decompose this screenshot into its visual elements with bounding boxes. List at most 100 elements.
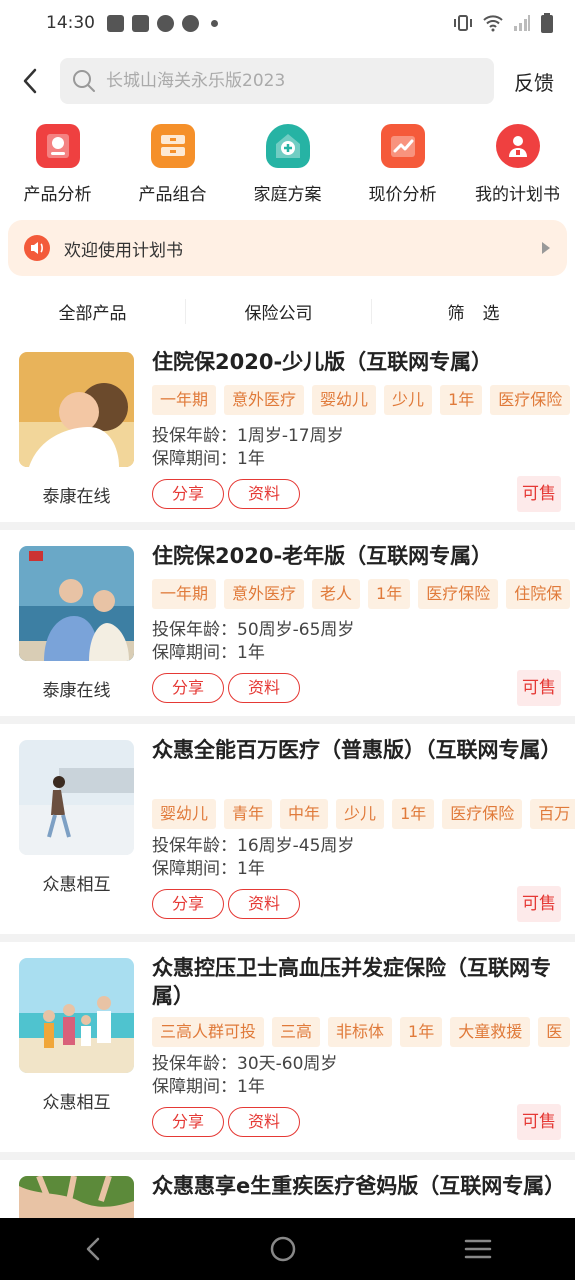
product-card[interactable]: 众惠惠享e生重疾医疗爸妈版（互联网专属） [0,1160,575,1218]
product-card[interactable]: 众惠相互 众惠全能百万医疗（普惠版）（互联网专属） 婴幼儿 青年 中年 少儿 1… [0,724,575,934]
on-sale-badge: 可售 [517,476,561,512]
product-tag: 青年 [224,799,273,829]
product-tag: 住院保 [506,579,571,609]
nav-home-icon[interactable] [269,1235,297,1263]
product-company: 众惠相互 [42,875,111,895]
product-tag: 一年期 [152,385,217,415]
product-tag: 意外医疗 [224,385,305,415]
product-analysis-icon [35,124,80,168]
more-notifications-dot-icon [211,19,218,27]
product-card[interactable]: 众惠相互 众惠控压卫士高血压并发症保险（互联网专属） 三高人群可投 三高 非标体… [0,942,575,1152]
product-company: 泰康在线 [42,681,111,701]
product-tag: 大童救援 [450,1017,531,1047]
filter-insurance-company[interactable]: 保险公司 [186,298,372,324]
product-tag: 三高人群可投 [152,1017,265,1047]
quick-action-family-plan[interactable]: 家庭方案 [230,116,345,216]
product-tag: 1年 [392,799,435,829]
status-time: 14:30 [46,13,95,33]
share-button[interactable]: 分享 [152,673,224,703]
product-actions: 分享 资料 [152,889,300,919]
quick-action-product-analysis[interactable]: 产品分析 [0,116,115,216]
system-navigation-bar [0,1218,575,1280]
material-button[interactable]: 资料 [228,673,300,703]
material-button[interactable]: 资料 [228,479,300,509]
share-button[interactable]: 分享 [152,889,224,919]
product-card[interactable]: 泰康在线 住院保2020-老年版（互联网专属） 一年期 意外医疗 老人 1年 医… [0,530,575,716]
product-tags: 三高人群可投 三高 非标体 1年 大童救援 医 [152,1017,571,1047]
filter-bar: 全部产品 保险公司 筛选 [0,286,575,336]
quick-action-my-plan[interactable]: 我的计划书 [460,116,575,216]
product-company: 泰康在线 [42,487,111,507]
notice-section: 欢迎使用计划书 [0,216,575,286]
nav-back-icon[interactable] [83,1237,103,1261]
product-tag: 婴幼儿 [152,799,217,829]
product-tags: 一年期 意外医疗 老人 1年 医疗保险 住院保 [152,579,571,609]
on-sale-badge: 可售 [517,886,561,922]
feedback-button[interactable]: 反馈 [514,67,554,96]
product-tags: 一年期 意外医疗 婴幼儿 少儿 1年 医疗保险 [152,385,571,415]
signal-icon [514,15,530,31]
wifi-icon [483,15,503,32]
quick-action-cash-value-analysis[interactable]: 现价分析 [345,116,460,216]
product-age: 投保年龄：1周岁-17周岁 [152,426,344,446]
product-tag: 少儿 [384,385,433,415]
product-tag: 医 [538,1017,571,1047]
battery-icon [541,13,553,33]
product-tag: 医疗保险 [442,799,523,829]
product-tag: 少儿 [336,799,385,829]
notice-bar[interactable]: 欢迎使用计划书 [8,220,567,276]
product-tag: 1年 [400,1017,443,1047]
product-list: 泰康在线 住院保2020-少儿版（互联网专属） 一年期 意外医疗 婴幼儿 少儿 … [0,336,575,1218]
search-icon [73,70,95,92]
notice-text: 欢迎使用计划书 [64,240,183,261]
product-company: 众惠相互 [42,1093,111,1113]
vibrate-icon [454,15,472,31]
filter-screen[interactable]: 筛选 [372,299,575,324]
product-title: 住院保2020-少儿版（互联网专属） [152,350,493,374]
product-card[interactable]: 泰康在线 住院保2020-少儿版（互联网专属） 一年期 意外医疗 婴幼儿 少儿 … [0,336,575,522]
quick-action-label: 产品组合 [138,185,207,205]
product-image [19,958,134,1073]
back-button[interactable] [0,46,60,116]
product-title: 众惠控压卫士高血压并发症保险（互联网专属） [152,956,551,1008]
product-actions: 分享 资料 [152,479,300,509]
product-actions: 分享 资料 [152,673,300,703]
product-age: 投保年龄：16周岁-45周岁 [152,836,355,856]
product-tag: 非标体 [328,1017,393,1047]
product-tag: 1年 [440,385,483,415]
share-button[interactable]: 分享 [152,1107,224,1137]
product-age: 投保年龄：50周岁-65周岁 [152,620,355,640]
notification-bag-icon [132,14,149,32]
product-tag: 一年期 [152,579,217,609]
material-button[interactable]: 资料 [228,889,300,919]
product-title: 众惠全能百万医疗（普惠版）（互联网专属） [152,738,562,762]
header: 反馈 [0,46,575,116]
product-image [19,352,134,467]
product-image [19,1176,134,1218]
product-tag: 三高 [272,1017,321,1047]
product-period: 保障期间：1年 [152,859,265,879]
product-tag: 1年 [368,579,411,609]
product-tag: 百万 [530,799,575,829]
product-image [19,740,134,855]
product-period: 保障期间：1年 [152,449,265,469]
status-bar: 14:30 [0,0,575,46]
search-bar[interactable] [60,58,494,104]
product-title: 住院保2020-老年版（互联网专属） [152,544,493,568]
quick-action-product-combination[interactable]: 产品组合 [115,116,230,216]
product-age: 投保年龄：30天-60周岁 [152,1054,338,1074]
quick-action-label: 产品分析 [23,185,92,205]
search-input[interactable] [106,71,466,91]
speaker-icon [24,235,50,261]
product-tag: 老人 [312,579,361,609]
product-actions: 分享 资料 [152,1107,300,1137]
product-image [19,546,134,661]
product-tag: 意外医疗 [224,579,305,609]
filter-all-products[interactable]: 全部产品 [0,298,186,324]
material-button[interactable]: 资料 [228,1107,300,1137]
nav-menu-icon[interactable] [464,1238,492,1260]
product-tags: 婴幼儿 青年 中年 少儿 1年 医疗保险 百万 [152,799,575,829]
on-sale-badge: 可售 [517,670,561,706]
share-button[interactable]: 分享 [152,479,224,509]
my-plan-icon [495,124,540,168]
